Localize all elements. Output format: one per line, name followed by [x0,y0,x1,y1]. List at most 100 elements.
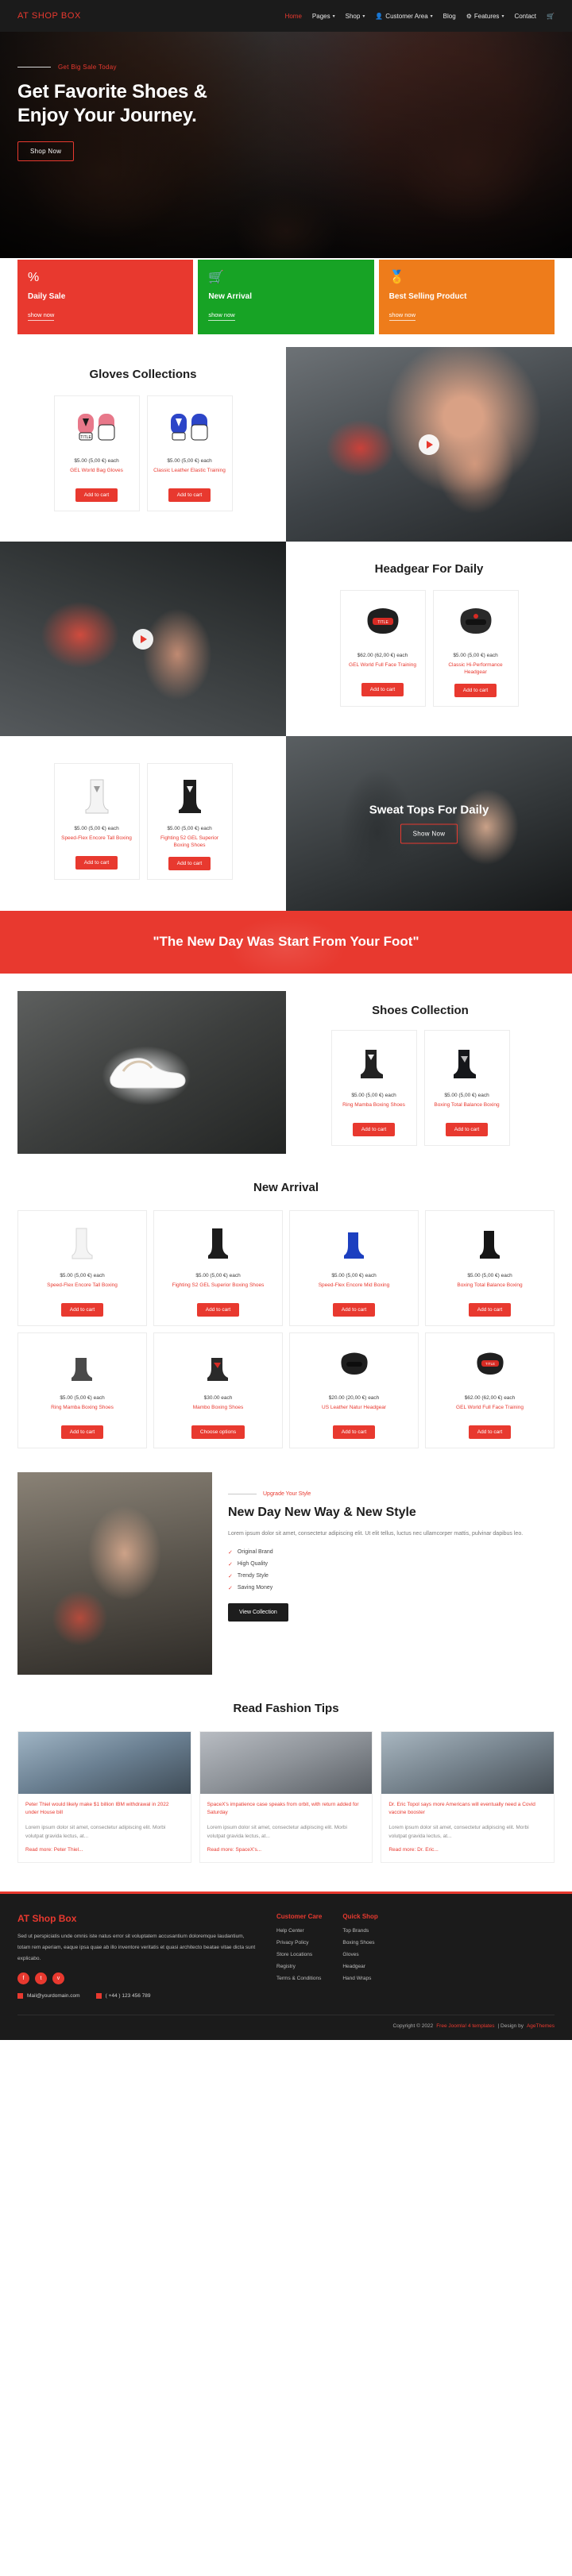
product-name[interactable]: Classic Leather Elastic Training [153,467,226,481]
product-card[interactable]: $5.00 (5,00 €) each Speed-Flex Encore Ta… [53,763,140,880]
play-button[interactable] [133,628,153,650]
product-name[interactable]: Classic Hi-Performance Headgear [439,661,512,677]
add-to-cart-button[interactable]: Add to cart [168,856,211,870]
blog-read-more-link[interactable]: Read more: Peter Thiel... [25,1847,184,1853]
product-name[interactable]: Ring Mamba Boxing Shoes [24,1404,141,1418]
add-to-cart-button[interactable]: Add to cart [352,1122,396,1136]
footer-link[interactable]: Boxing Shoes [342,1940,377,1945]
product-name[interactable]: Ring Mamba Boxing Shoes [338,1101,411,1116]
add-to-cart-button[interactable]: Add to cart [468,1425,512,1439]
blog-read-more-link[interactable]: Read more: Dr. Eric... [388,1847,547,1853]
check-icon: ✓ [228,1561,233,1568]
product-card[interactable]: $5.00 (5,00 €) each Ring Mamba Boxing Sh… [17,1332,147,1448]
promo-link[interactable]: show now [28,311,55,321]
add-to-cart-button[interactable]: Add to cart [454,683,497,697]
cart-icon[interactable]: 🛒 [547,13,555,20]
nav-item-home[interactable]: Home [285,13,302,20]
product-name[interactable]: Boxing Total Balance Boxing [431,1101,504,1116]
design-link[interactable]: AgeThemes [527,2023,555,2029]
facebook-icon[interactable]: f [17,1972,29,1985]
promo-title: Daily Sale [28,292,66,301]
footer-phone[interactable]: ( +44 ) 123 456 789 [95,1993,151,1999]
product-name[interactable]: US Leather Natur Headgear [296,1404,412,1418]
product-card[interactable]: $5.00 (5,00 €) each Speed-Flex Encore Ta… [17,1209,147,1326]
nav-item-customer-area[interactable]: 👤 Customer Area ▾ [375,13,432,20]
hero-shop-now-button[interactable]: Shop Now [17,141,75,162]
product-name[interactable]: Fighting 52 GEL Superior Boxing Shoes [153,835,226,850]
footer-link[interactable]: Store Locations [276,1952,322,1957]
blog-post-title[interactable]: SpaceX's impatience case speaks from orb… [207,1801,365,1818]
footer-link[interactable]: Terms & Conditions [276,1976,322,1981]
promo-card-new-arrival[interactable]: 🛒 New Arrival show now [198,260,374,334]
nav-item-contact[interactable]: Contact [514,13,536,20]
add-to-cart-button[interactable]: Add to cart [468,1302,512,1317]
product-name[interactable]: Fighting S2 GEL Superior Boxing Shoes [160,1282,276,1296]
nav-item-blog[interactable]: Blog [443,13,456,20]
blog-read-more-link[interactable]: Read more: SpaceX's... [207,1847,365,1853]
product-name[interactable]: Mambo Boxing Shoes [160,1404,276,1418]
product-card[interactable]: TITLE $5.00 (5,00 €) each GEL World Bag … [53,395,140,511]
product-name[interactable]: Boxing Total Balance Boxing [431,1282,548,1296]
promo-link[interactable]: show now [388,311,416,321]
add-to-cart-button[interactable]: Add to cart [332,1302,376,1317]
add-to-cart-button[interactable]: Add to cart [168,488,211,502]
footer-link[interactable]: Registry [276,1964,322,1969]
nav-item-shop[interactable]: Shop ▾ [346,13,365,20]
choose-options-button[interactable]: Choose options [191,1425,245,1439]
product-card[interactable]: TITLE $62.00 (62,00 €) each GEL World Fu… [339,590,426,707]
footer-link[interactable]: Top Brands [342,1928,377,1934]
add-to-cart-button[interactable]: Add to cart [75,488,118,502]
product-name[interactable]: Speed-Flex Encore Tall Boxing [24,1282,141,1296]
product-name[interactable]: GEL World Full Face Training [431,1404,548,1418]
sweat-tops-show-now-button[interactable]: Show Now [400,823,458,844]
product-card[interactable]: $5.00 (5,00 €) each Classic Leather Elas… [146,395,233,511]
product-name[interactable]: GEL World Full Face Training [346,661,419,676]
footer-link[interactable]: Hand Wraps [342,1976,377,1981]
nav-item-features[interactable]: ⚙ Features ▾ [466,13,504,20]
add-to-cart-button[interactable]: Add to cart [196,1302,240,1317]
nav-item-pages[interactable]: Pages ▾ [312,13,335,20]
add-to-cart-button[interactable]: Add to cart [60,1425,104,1439]
footer-link[interactable]: Gloves [342,1952,377,1957]
main-navigation: Home Pages ▾ Shop ▾ 👤 Customer Area ▾ Blog ⚙… [285,13,555,20]
product-card[interactable]: $5.00 (5,00 €) each Boxing Total Balance… [423,1029,510,1146]
brand-logo[interactable]: AT SHOP BOX [17,11,81,21]
play-button[interactable] [419,434,439,455]
twitter-icon[interactable]: t [35,1972,47,1985]
product-price: $20.00 (20,00 €) each [328,1394,380,1401]
footer-link[interactable]: Headgear [342,1964,377,1969]
blog-card[interactable]: Peter Thiel would likely make $1 billion… [17,1730,191,1864]
bullet-label: High Quality [237,1561,269,1568]
add-to-cart-button[interactable]: Add to cart [60,1302,104,1317]
product-card[interactable]: $5.00 (5,00 €) each Speed-Flex Encore Mi… [289,1209,419,1326]
product-name[interactable]: Speed-Flex Encore Mid Boxing [296,1282,412,1296]
product-name[interactable]: Speed-Flex Encore Tall Boxing [60,835,133,849]
product-price: $5.00 (5,00 €) each [74,458,119,464]
footer-link[interactable]: Help Center [276,1928,322,1934]
promo-card-best-selling[interactable]: 🏅 Best Selling Product show now [378,260,555,334]
add-to-cart-button[interactable]: Add to cart [332,1425,376,1439]
copyright-link[interactable]: Free Joomla! 4 templates [436,2023,494,2029]
add-to-cart-button[interactable]: Add to cart [445,1122,489,1136]
footer-link[interactable]: Privacy Policy [276,1940,322,1945]
blog-post-title[interactable]: Dr. Eric Topol says more Americans will … [388,1801,547,1818]
vimeo-icon[interactable]: v [52,1972,64,1985]
add-to-cart-button[interactable]: Add to cart [75,856,118,870]
product-card[interactable]: $5.00 (5,00 €) each Boxing Total Balance… [425,1209,555,1326]
product-name[interactable]: GEL World Bag Gloves [60,467,133,481]
promo-card-daily-sale[interactable]: % Daily Sale show now [17,260,194,334]
product-card[interactable]: $20.00 (20,00 €) each US Leather Natur H… [289,1332,419,1448]
blog-card[interactable]: Dr. Eric Topol says more Americans will … [381,1730,555,1864]
product-card[interactable]: $30.00 each Mambo Boxing Shoes Choose op… [153,1332,283,1448]
product-card[interactable]: $5.00 (5,00 €) each Fighting S2 GEL Supe… [153,1209,283,1326]
product-card[interactable]: $5.00 (5,00 €) each Fighting 52 GEL Supe… [146,763,233,880]
footer-email[interactable]: Mail@yourdomain.com [17,1993,80,1999]
promo-link[interactable]: show now [208,311,235,321]
product-card[interactable]: $5.00 (5,00 €) each Classic Hi-Performan… [432,590,519,707]
product-card[interactable]: TITLE $62.00 (62,00 €) each GEL World Fu… [425,1332,555,1448]
blog-post-title[interactable]: Peter Thiel would likely make $1 billion… [25,1801,184,1818]
blog-card[interactable]: SpaceX's impatience case speaks from orb… [199,1730,373,1864]
product-card[interactable]: $5.00 (5,00 €) each Ring Mamba Boxing Sh… [330,1029,417,1146]
add-to-cart-button[interactable]: Add to cart [361,683,404,696]
view-collection-button[interactable]: View Collection [228,1602,288,1622]
